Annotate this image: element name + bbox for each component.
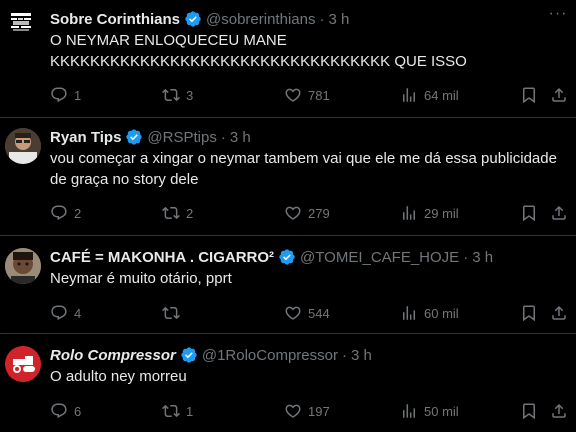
tweet-text: O adulto ney morreu	[50, 368, 187, 385]
reply-count: 1	[74, 87, 82, 103]
separator: ·	[463, 248, 469, 266]
tweet-text: Neymar é muito otário, pprt	[50, 270, 232, 287]
repost-count: 1	[186, 403, 194, 419]
repost-icon	[162, 306, 180, 320]
repost-button[interactable]: 3	[162, 85, 193, 105]
tweet-text: vou começar a xingar o neymar tambem vai…	[50, 150, 557, 188]
views-icon	[403, 306, 415, 320]
repost-button[interactable]: 1	[162, 401, 193, 421]
like-icon	[285, 88, 301, 102]
bookmark-icon	[523, 205, 535, 222]
tweet[interactable]: Ryan Tips @RSPtips · 3 h vou começar a x…	[0, 118, 576, 236]
reply-button[interactable]: 2	[50, 203, 81, 223]
author-name[interactable]: CAFÉ = MAKONHA . CIGARRO²	[50, 249, 274, 266]
author-handle[interactable]: @sobrerinthians	[206, 11, 315, 28]
repost-icon	[162, 206, 180, 220]
like-count: 544	[308, 305, 330, 321]
repost-count: 3	[186, 87, 194, 103]
share-button[interactable]	[550, 203, 568, 223]
reply-button[interactable]: 6	[50, 401, 81, 421]
reply-icon	[51, 205, 67, 221]
bookmark-icon	[523, 305, 535, 322]
share-icon	[552, 305, 566, 320]
reply-icon	[51, 403, 67, 419]
like-count: 197	[308, 403, 330, 419]
verified-badge-icon	[181, 347, 197, 363]
like-button[interactable]: 781	[284, 85, 330, 105]
timestamp[interactable]: 3 h	[351, 347, 372, 364]
views-button[interactable]: 50 mil	[400, 401, 459, 421]
like-icon	[285, 404, 301, 418]
tweet[interactable]: Sobre Corinthians @sobrerinthians · 3 h …	[0, 0, 576, 118]
separator: ·	[341, 346, 347, 364]
bookmark-icon	[523, 87, 535, 104]
repost-button[interactable]: 2	[162, 203, 193, 223]
share-button[interactable]	[550, 303, 568, 323]
author-name[interactable]: Ryan Tips	[50, 129, 121, 146]
avatar[interactable]	[5, 248, 41, 284]
like-button[interactable]: 544	[284, 303, 330, 323]
like-icon	[285, 306, 301, 320]
verified-badge-icon	[185, 11, 201, 27]
tweet[interactable]: Rolo Compressor @1RoloCompressor · 3 h O…	[0, 334, 576, 432]
separator: ·	[220, 128, 226, 146]
author-name[interactable]: Sobre Corinthians	[50, 11, 180, 28]
views-count: 64 mil	[424, 87, 459, 103]
tweet[interactable]: CAFÉ = MAKONHA . CIGARRO² @TOMEI_CAFE_HO…	[0, 236, 576, 334]
like-button[interactable]: 279	[284, 203, 330, 223]
separator: ·	[319, 10, 325, 28]
reply-count: 2	[74, 205, 82, 221]
more-icon[interactable]: ···	[548, 6, 568, 29]
reply-icon	[51, 305, 67, 321]
share-icon	[552, 205, 566, 220]
timeline-feed: Sobre Corinthians @sobrerinthians · 3 h …	[0, 0, 576, 432]
author-handle[interactable]: @RSPtips	[147, 129, 216, 146]
views-icon	[403, 206, 415, 220]
verified-badge-icon	[126, 129, 143, 145]
timestamp[interactable]: 3 h	[230, 129, 251, 146]
avatar[interactable]	[5, 128, 41, 164]
tweet-text: O NEYMAR ENLOQUECEU MANE KKKKKKKKKKKKKKK…	[50, 32, 467, 70]
views-icon	[403, 88, 415, 102]
bookmark-button[interactable]	[520, 401, 538, 421]
avatar[interactable]	[5, 346, 41, 382]
bookmark-icon	[523, 403, 535, 420]
share-button[interactable]	[550, 85, 568, 105]
bookmark-button[interactable]	[520, 85, 538, 105]
repost-count: 2	[186, 205, 194, 221]
reply-count: 6	[74, 403, 82, 419]
views-count: 29 mil	[424, 205, 459, 221]
views-icon	[403, 404, 415, 418]
repost-button[interactable]	[162, 303, 186, 323]
bookmark-button[interactable]	[520, 203, 538, 223]
reply-button[interactable]: 1	[50, 85, 81, 105]
views-count: 50 mil	[424, 403, 459, 419]
like-count: 279	[308, 205, 330, 221]
views-count: 60 mil	[424, 305, 459, 321]
reply-icon	[51, 87, 67, 103]
repost-icon	[162, 404, 180, 418]
avatar[interactable]	[9, 10, 33, 34]
share-icon	[552, 403, 566, 418]
timestamp[interactable]: 3 h	[472, 249, 493, 266]
share-button[interactable]	[550, 401, 568, 421]
share-icon	[552, 87, 566, 102]
like-icon	[285, 206, 301, 220]
bookmark-button[interactable]	[520, 303, 538, 323]
author-handle[interactable]: @1RoloCompressor	[202, 347, 338, 364]
views-button[interactable]: 29 mil	[400, 203, 459, 223]
like-button[interactable]: 197	[284, 401, 330, 421]
repost-icon	[162, 88, 180, 102]
author-name[interactable]: Rolo Compressor	[50, 347, 176, 364]
like-count: 781	[308, 87, 330, 103]
reply-count: 4	[74, 305, 82, 321]
views-button[interactable]: 60 mil	[400, 303, 459, 323]
views-button[interactable]: 64 mil	[400, 85, 459, 105]
timestamp[interactable]: 3 h	[328, 11, 349, 28]
verified-badge-icon	[279, 249, 295, 265]
reply-button[interactable]: 4	[50, 303, 81, 323]
author-handle[interactable]: @TOMEI_CAFE_HOJE	[300, 249, 459, 266]
